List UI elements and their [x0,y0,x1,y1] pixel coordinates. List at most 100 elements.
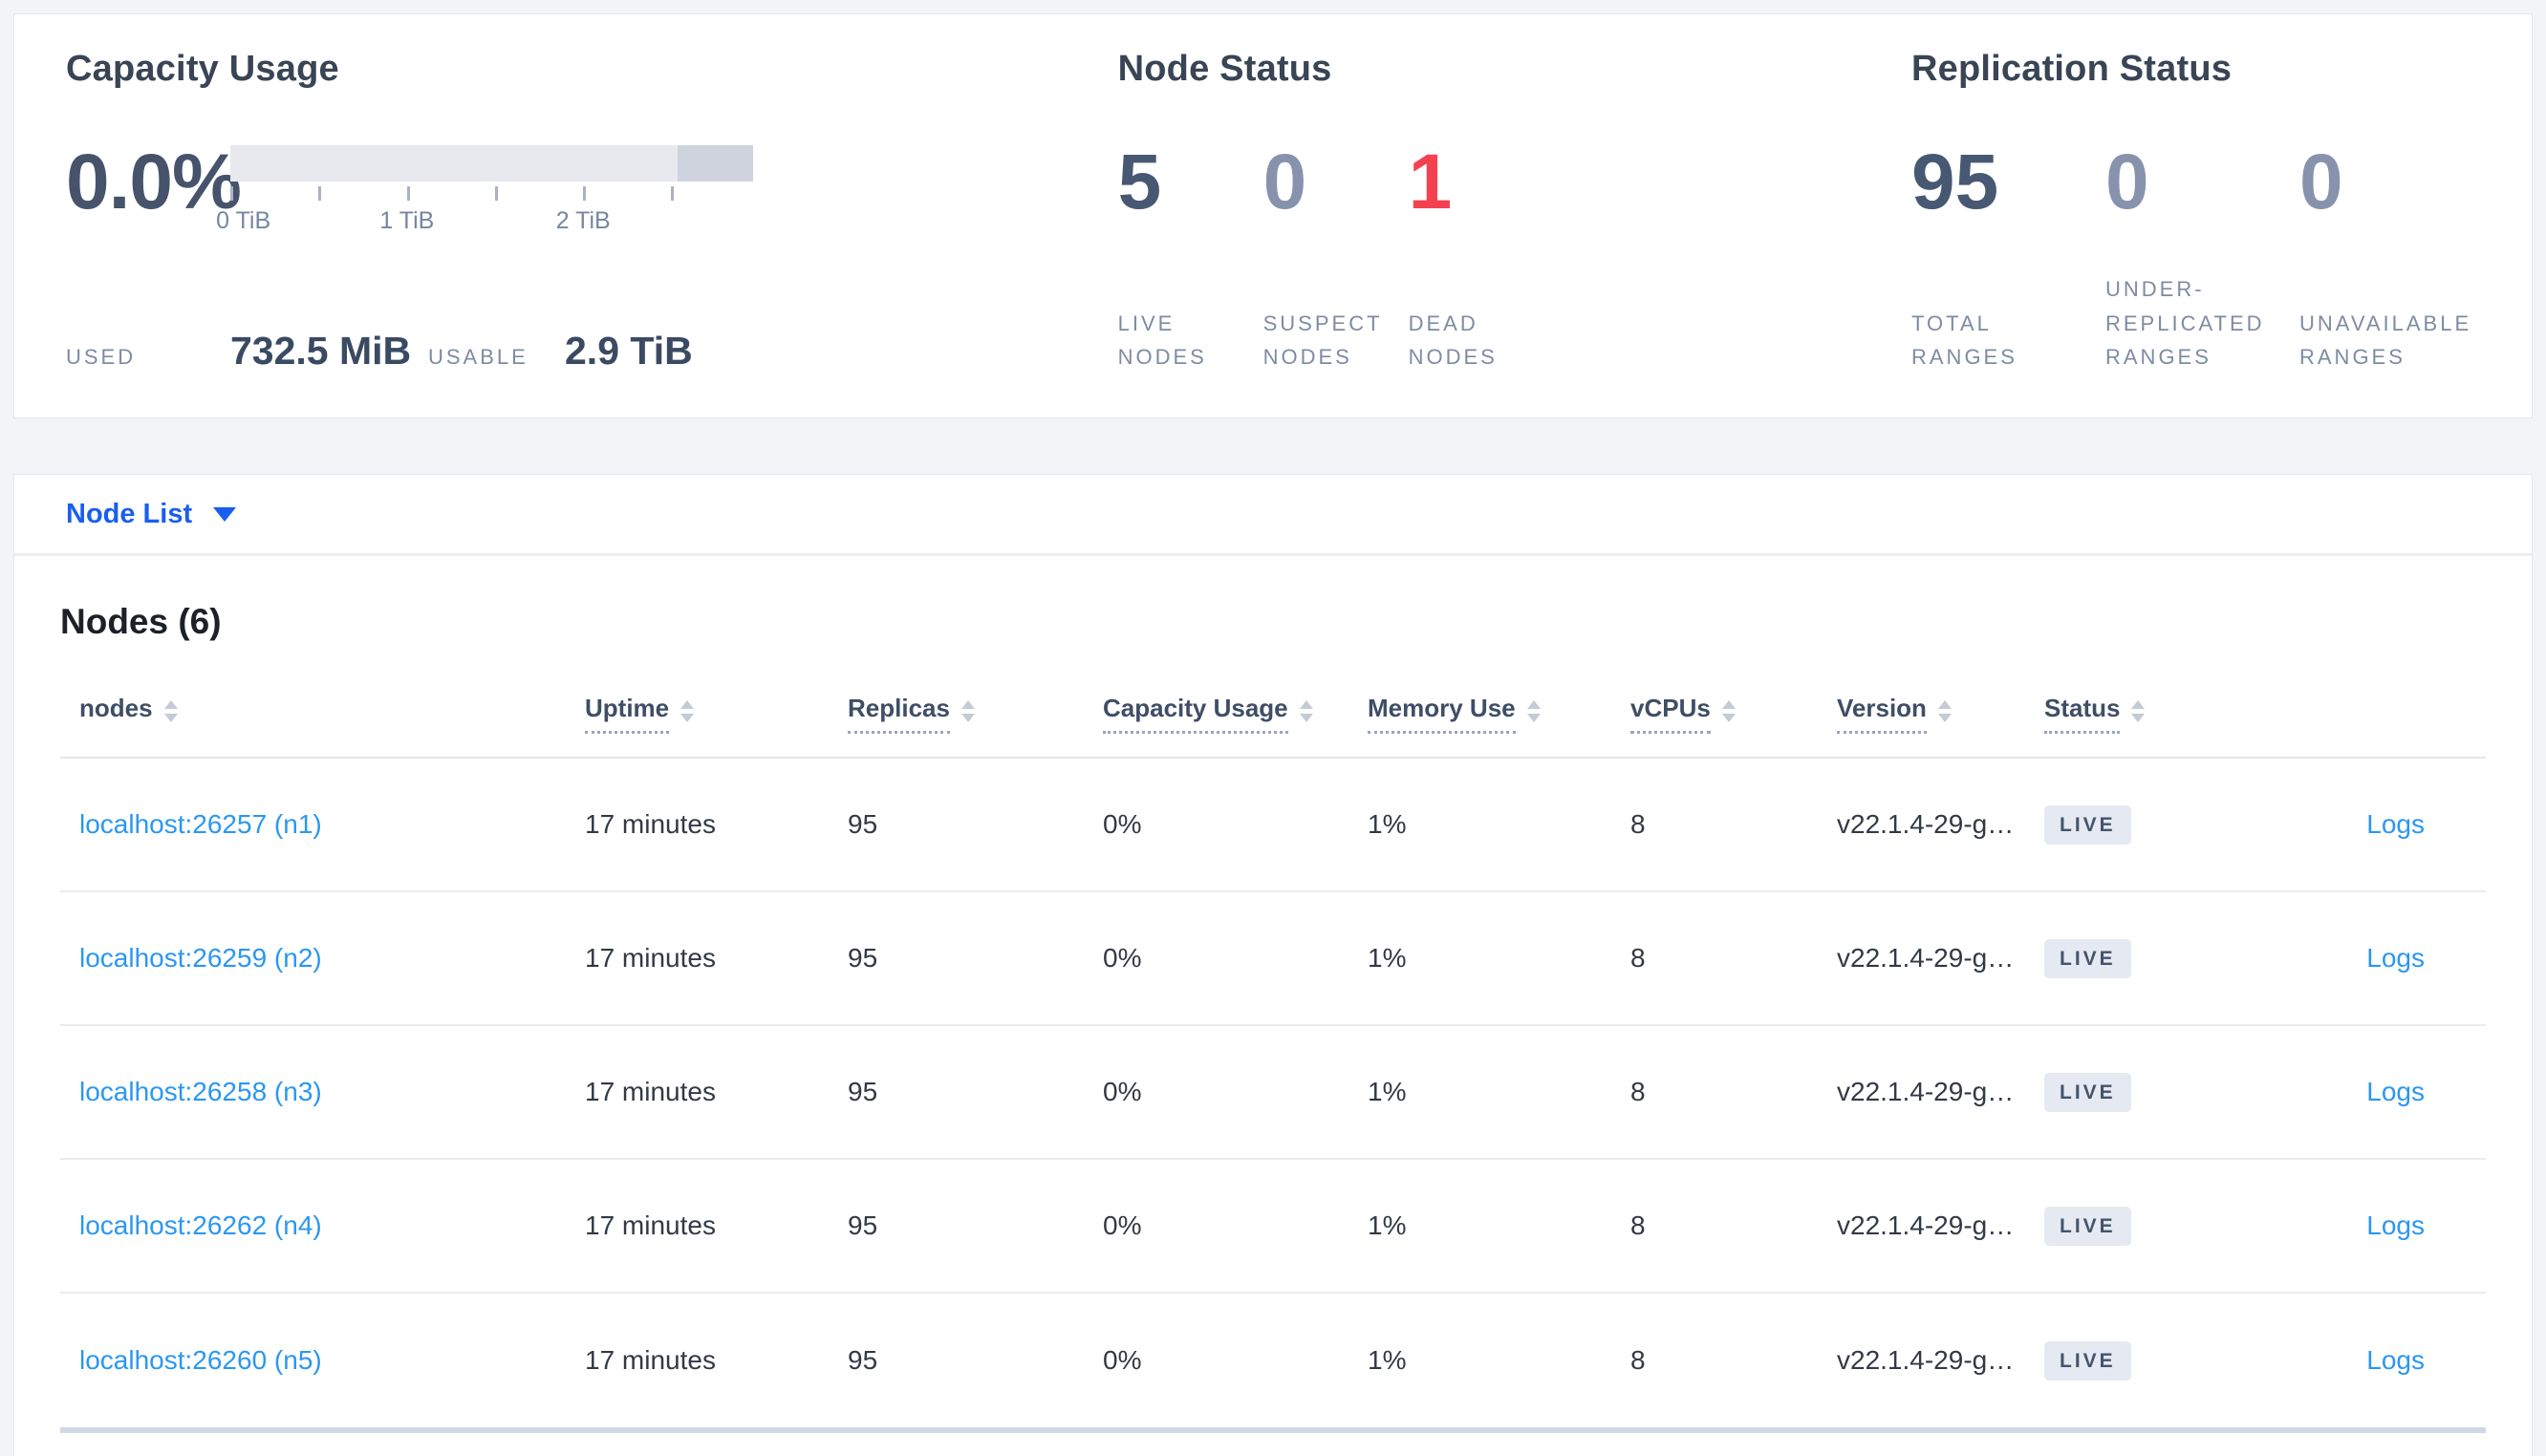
node-link[interactable]: localhost:26260 (n5) [79,1345,322,1375]
replication-status-label: TOTAL RANGES [1911,310,2017,369]
cell-replicas: 95 [848,1077,878,1106]
cell-status: LIVE [2044,938,2256,978]
logs-link[interactable]: Logs [2366,943,2425,973]
node-status-metric: 5 LIVE NODES [1117,143,1263,374]
table-header-row: nodes Uptime Replicas Capacity Usage Memory … [60,694,2486,759]
cell-replicas: 95 [848,943,878,973]
logs-link[interactable]: Logs [2366,1077,2425,1106]
node-link[interactable]: localhost:26259 (n2) [79,943,322,973]
logs-link[interactable]: Logs [2366,1345,2425,1375]
column-header-status[interactable]: Status [2044,694,2256,734]
cell-status: LIVE [2044,1206,2256,1246]
cell-uptime: 17 minutes [585,943,716,973]
cell-node: localhost:26259 (n2) [79,943,585,974]
column-label-vcpus[interactable]: vCPUs [1630,694,1711,734]
status-badge: LIVE [2044,938,2131,978]
node-status-label: LIVE NODES [1117,310,1207,369]
cell-uptime: 17 minutes [585,809,716,839]
sort-icon[interactable] [680,700,695,722]
cell-vcpus: 8 [1630,943,1646,973]
column-header-memory-use[interactable]: Memory Use [1368,694,1630,734]
replication-status-metric: 0 UNDER-REPLICATED RANGES [2105,143,2299,374]
axis-label-0tib: 0 TiB [216,207,271,234]
cell-replicas: 95 [848,1210,878,1240]
node-link[interactable]: localhost:26262 (n4) [79,1210,322,1240]
view-selector-bar: Node List [14,475,2532,556]
cell-logs: Logs [2256,1210,2486,1241]
status-badge: LIVE [2044,804,2131,845]
cell-status: LIVE [2044,804,2256,845]
replication-status-title: Replication Status [1911,49,2233,89]
table-row: localhost:26262 (n4) 17 minutes 95 0% 1% 8 v22… [60,1160,2486,1294]
node-status-value: 0 [1262,139,1307,225]
column-label-version[interactable]: Version [1837,694,1927,734]
logs-link[interactable]: Logs [2366,1210,2425,1240]
capacity-used-percent: 0.0% [66,139,242,225]
cell-version: v22.1.4-29-g… [1837,1345,2015,1375]
column-header-nodes[interactable]: nodes [79,694,585,734]
capacity-usage-title: Capacity Usage [66,49,339,89]
replication-status-metrics: 95 TOTAL RANGES 0 UNDER-REPLICATED RANGES 0 U… [1911,139,2493,374]
table-row: localhost:26257 (n1) 17 minutes 95 0% 1% 8 v22… [60,759,2486,892]
column-label-memory-use[interactable]: Memory Use [1368,694,1516,734]
column-header-version[interactable]: Version [1837,694,2044,734]
sort-icon[interactable] [960,700,975,722]
sort-icon[interactable] [163,700,178,722]
node-list-card: Node List Nodes (6) nodes Uptime Replicas C… [13,474,2533,1456]
cell-capacity-usage: 0% [1103,943,1142,973]
column-label-capacity-usage[interactable]: Capacity Usage [1103,694,1288,734]
node-list-dropdown[interactable]: Node List [66,499,192,530]
replication-status-value: 95 [1911,139,1999,225]
sort-icon[interactable] [1937,700,1952,722]
cell-memory-use: 1% [1368,1077,1407,1106]
usable-label: USABLE [428,345,529,369]
cell-version: v22.1.4-29-g… [1837,1210,2015,1240]
capacity-axis-ticks [230,186,753,202]
node-status-label: SUSPECT NODES [1262,310,1383,369]
logs-link[interactable]: Logs [2366,809,2425,839]
cell-capacity-usage: 0% [1103,1210,1142,1240]
cell-version: v22.1.4-29-g… [1837,809,2015,839]
node-status-section: Node Status 5 LIVE NODES 0 SUSPECT NODES 1 DE… [1118,49,1911,374]
capacity-bar-nonusable-segment [677,145,753,182]
sort-icon[interactable] [1526,700,1541,722]
cell-version: v22.1.4-29-g… [1837,943,2015,973]
table-body: localhost:26257 (n1) 17 minutes 95 0% 1% 8 v22… [60,759,2486,1427]
used-value: 732.5 MiB [230,329,412,373]
replication-status-value: 0 [2299,139,2343,225]
node-link[interactable]: localhost:26257 (n1) [79,809,322,839]
column-header-replicas[interactable]: Replicas [848,694,1103,734]
status-badge: LIVE [2044,1072,2131,1112]
cell-memory-use: 1% [1368,1345,1407,1375]
cell-replicas: 95 [848,1345,878,1375]
cell-node: localhost:26257 (n1) [79,809,585,840]
sort-icon[interactable] [1721,700,1736,722]
usable-value: 2.9 TiB [565,329,693,373]
node-status-title: Node Status [1117,49,1332,89]
node-link[interactable]: localhost:26258 (n3) [79,1077,322,1106]
axis-label-2tib: 2 TiB [555,207,611,234]
sort-icon[interactable] [2131,700,2146,722]
cluster-summary-card: Capacity Usage 0.0% 0 TiB 1 TiB 2 TiB US… [13,13,2533,418]
column-label-replicas[interactable]: Replicas [848,694,950,734]
column-header-vcpus[interactable]: vCPUs [1630,694,1837,734]
node-status-metrics: 5 LIVE NODES 0 SUSPECT NODES 1 DEAD NODES [1117,139,1911,374]
cell-logs: Logs [2256,943,2486,974]
table-row: localhost:26259 (n2) 17 minutes 95 0% 1% 8 v22… [60,892,2486,1026]
cell-uptime: 17 minutes [585,1210,716,1240]
cell-logs: Logs [2256,809,2486,840]
cell-vcpus: 8 [1630,1345,1646,1375]
column-label-uptime[interactable]: Uptime [585,694,670,734]
column-header-uptime[interactable]: Uptime [585,694,848,734]
column-label-status[interactable]: Status [2044,694,2121,734]
column-label-nodes[interactable]: nodes [79,694,153,734]
capacity-bar [230,145,753,182]
cell-vcpus: 8 [1630,809,1646,839]
cell-logs: Logs [2256,1345,2486,1376]
chevron-down-icon[interactable] [213,506,237,522]
column-header-capacity-usage[interactable]: Capacity Usage [1103,694,1368,734]
cell-memory-use: 1% [1368,1210,1407,1240]
cell-status: LIVE [2044,1340,2256,1381]
cell-logs: Logs [2256,1077,2486,1107]
sort-icon[interactable] [1299,700,1313,722]
